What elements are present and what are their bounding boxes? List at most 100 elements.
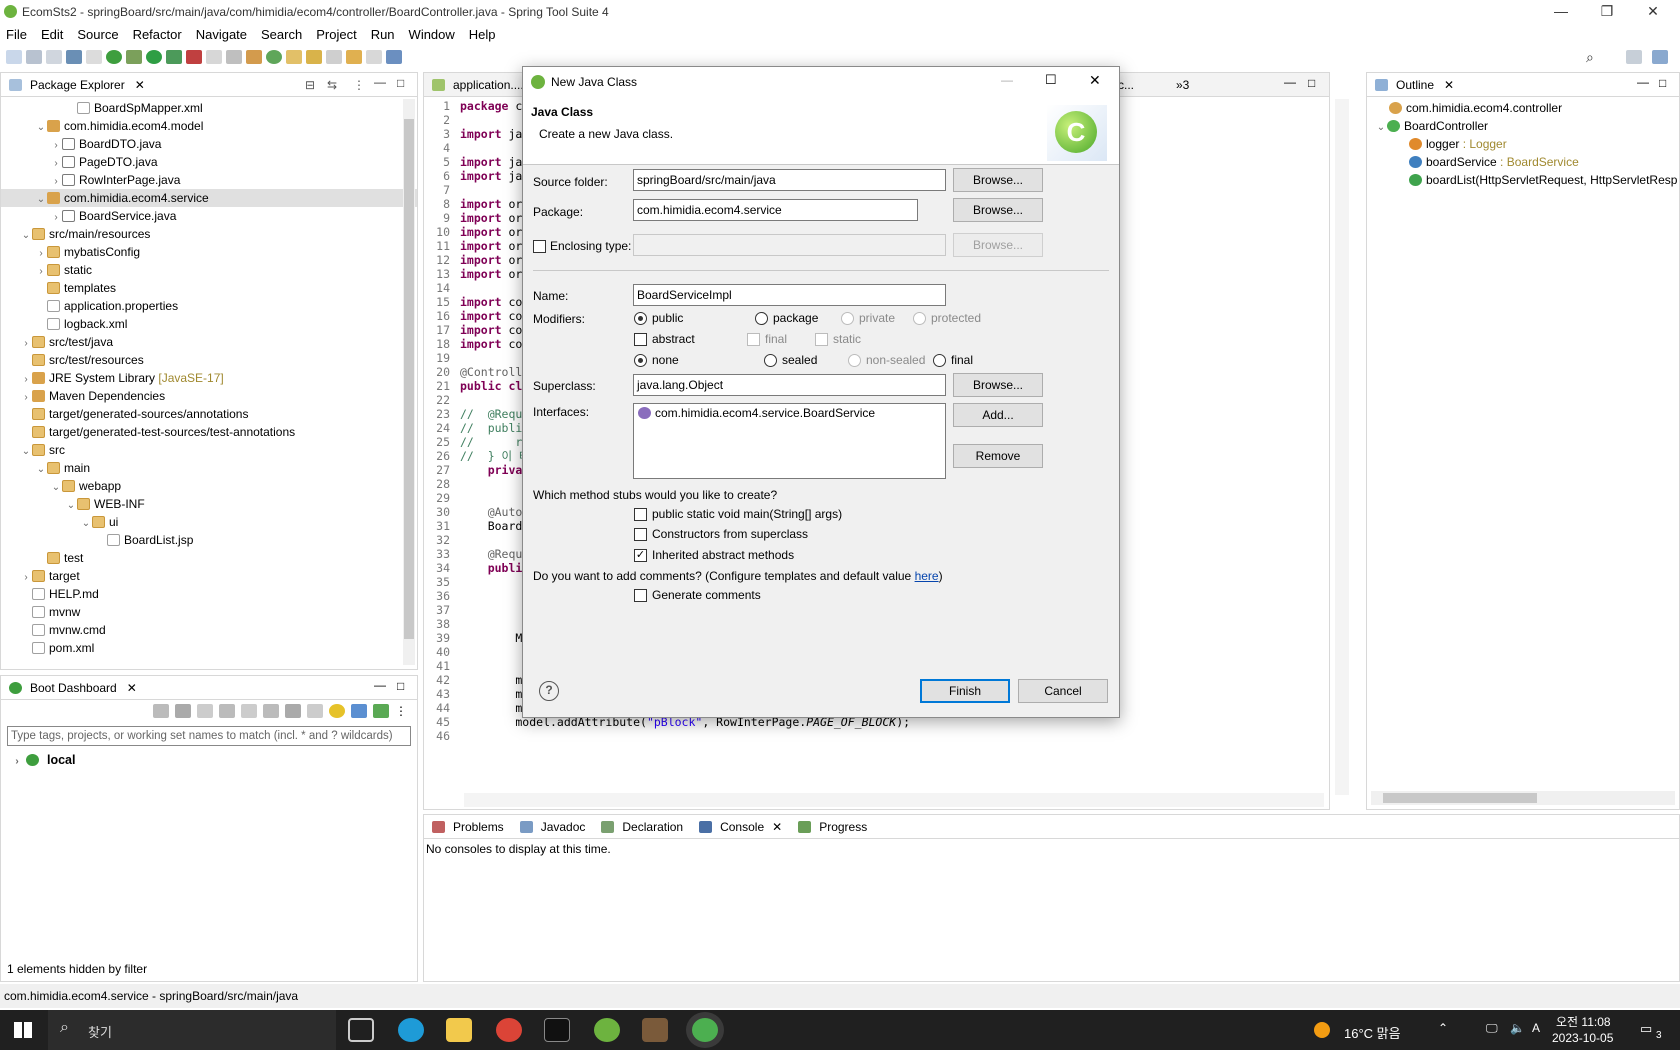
modifier-package-radio[interactable] [755, 312, 768, 325]
edit-icon[interactable] [285, 704, 301, 718]
sealed-none-radio[interactable] [634, 354, 647, 367]
close-dialog-button[interactable]: ✕ [1089, 72, 1101, 89]
minimize-view-icon[interactable]: — [374, 75, 386, 89]
inherited-methods-checkbox[interactable]: ✓ [634, 549, 647, 562]
tray-chevron-icon[interactable]: ⌃ [1438, 1021, 1448, 1035]
tab-package-explorer[interactable]: Package Explorer ✕ [1, 77, 153, 92]
menu-window[interactable]: Window [409, 27, 455, 42]
file-explorer-icon[interactable] [446, 1018, 472, 1042]
debug-icon[interactable] [126, 50, 142, 64]
next-annotation-icon[interactable] [326, 50, 342, 64]
local-target[interactable]: › local [1, 750, 417, 770]
open-perspective-icon[interactable] [1626, 50, 1642, 64]
task-view-icon[interactable] [348, 1018, 374, 1042]
external-tools-icon[interactable] [226, 50, 242, 64]
minimize-view-icon[interactable]: — [374, 678, 386, 692]
browse-superclass-button[interactable]: Browse... [953, 373, 1043, 397]
tree-item[interactable]: ⌄ main [1, 459, 417, 477]
add-icon[interactable] [373, 704, 389, 718]
notification-icon[interactable]: ▭ [1640, 1021, 1652, 1037]
stop-icon[interactable] [206, 50, 222, 64]
edge-icon[interactable] [398, 1018, 424, 1042]
outline-item[interactable]: boardList(HttpServletRequest, HttpServle… [1375, 171, 1679, 189]
tree-item[interactable]: › Maven Dependencies [1, 387, 417, 405]
network-icon[interactable]: 🖵 [1486, 1021, 1498, 1036]
scrollbar-thumb[interactable] [404, 119, 414, 639]
tab-declaration[interactable]: Declaration [593, 820, 691, 834]
tree-item[interactable]: › PageDTO.java [1, 153, 417, 171]
stop-icon[interactable] [197, 704, 213, 718]
clock-time[interactable]: 오전 11:08 [1556, 1013, 1611, 1030]
windows-start-icon[interactable] [14, 1022, 32, 1038]
tree-item[interactable]: target/generated-test-sources/test-annot… [1, 423, 417, 441]
open-browser-icon[interactable] [241, 704, 257, 718]
more-tabs-indicator[interactable]: »3 [1176, 78, 1189, 92]
editor-vertical-scrollbar[interactable] [1335, 99, 1349, 795]
spring-tool-suite-icon[interactable] [594, 1018, 620, 1042]
save-all-icon[interactable] [46, 50, 62, 64]
menu-refactor[interactable]: Refactor [133, 27, 182, 42]
browse-source-folder-button[interactable]: Browse... [953, 168, 1043, 192]
new-icon[interactable] [6, 50, 22, 64]
menu-search[interactable]: Search [261, 27, 302, 42]
minimize-view-icon[interactable]: — [1637, 75, 1649, 89]
tree-item[interactable]: › mybatisConfig [1, 243, 417, 261]
enclosing-type-checkbox[interactable] [533, 240, 546, 253]
expand-toggle-icon[interactable]: ⌄ [50, 479, 62, 497]
restart-icon[interactable] [175, 704, 191, 718]
tree-item[interactable]: ⌄ src [1, 441, 417, 459]
outline-horizontal-scrollbar[interactable] [1371, 791, 1675, 805]
code-line[interactable]: 46 [426, 729, 1329, 743]
maximize-view-icon[interactable]: □ [1308, 76, 1315, 90]
console-icon[interactable] [263, 704, 279, 718]
menu-run[interactable]: Run [371, 27, 395, 42]
tree-item[interactable]: ⌄ com.himidia.ecom4.service [1, 189, 417, 207]
constructors-stub-checkbox[interactable] [634, 528, 647, 541]
debug-icon[interactable] [219, 704, 235, 718]
clock-date[interactable]: 2023-10-05 [1552, 1031, 1613, 1045]
close-icon[interactable]: ✕ [1444, 78, 1454, 92]
maximize-button[interactable]: ❐ [1584, 0, 1630, 24]
view-menu-icon[interactable]: ⋮ [395, 704, 407, 718]
interfaces-list[interactable]: com.himidia.ecom4.service.BoardService [633, 403, 946, 479]
menu-file[interactable]: File [6, 27, 27, 42]
tree-item[interactable]: src/test/resources [1, 351, 417, 369]
main-stub-checkbox[interactable] [634, 508, 647, 521]
game-icon[interactable] [642, 1018, 668, 1042]
expand-toggle-icon[interactable]: ⌄ [20, 443, 32, 461]
menu-help[interactable]: Help [469, 27, 496, 42]
scrollbar-thumb[interactable] [1383, 793, 1537, 803]
tree-item[interactable]: › target [1, 567, 417, 585]
tree-item[interactable]: ⌄ com.himidia.ecom4.model [1, 117, 417, 135]
properties-icon[interactable] [307, 704, 323, 718]
link-editor-icon[interactable]: ⇆ [327, 78, 337, 92]
tree-item[interactable]: test [1, 549, 417, 567]
new-java-package-icon[interactable] [246, 50, 262, 64]
tab-progress[interactable]: Progress [790, 820, 875, 834]
terminal-icon[interactable] [66, 50, 82, 64]
filter-input[interactable]: Type tags, projects, or working set name… [7, 726, 411, 746]
view-menu-icon[interactable]: ⋮ [353, 78, 365, 92]
tree-item[interactable]: mvnw.cmd [1, 621, 417, 639]
maximize-button[interactable]: ☐ [1045, 72, 1057, 88]
collapse-all-icon[interactable]: ⊟ [305, 78, 315, 92]
tree-item[interactable]: ⌄ WEB-INF [1, 495, 417, 513]
close-icon[interactable]: ✕ [772, 820, 782, 834]
volume-icon[interactable]: 🔈 [1510, 1021, 1525, 1035]
run-icon[interactable] [146, 50, 162, 64]
tree-item[interactable]: ⌄ ui [1, 513, 417, 531]
close-icon[interactable]: ✕ [127, 681, 137, 695]
filter-icon[interactable] [351, 704, 367, 718]
tree-item[interactable]: BoardSpMapper.xml [1, 99, 417, 117]
tab-boot-dashboard[interactable]: Boot Dashboard ✕ [1, 681, 145, 695]
expand-toggle-icon[interactable]: ⌄ [35, 461, 47, 479]
add-interface-button[interactable]: Add... [953, 403, 1043, 427]
spring-boot-icon[interactable] [106, 50, 122, 64]
new-java-class-icon[interactable] [266, 50, 282, 64]
configure-templates-link[interactable]: here [915, 569, 939, 583]
tab-application-properties[interactable]: application.... [424, 78, 532, 92]
browse-package-button[interactable]: Browse... [953, 198, 1043, 222]
modifier-public-radio[interactable] [634, 312, 647, 325]
outline-item[interactable]: boardService : BoardService [1375, 153, 1679, 171]
chevron-right-icon[interactable]: › [11, 752, 23, 772]
